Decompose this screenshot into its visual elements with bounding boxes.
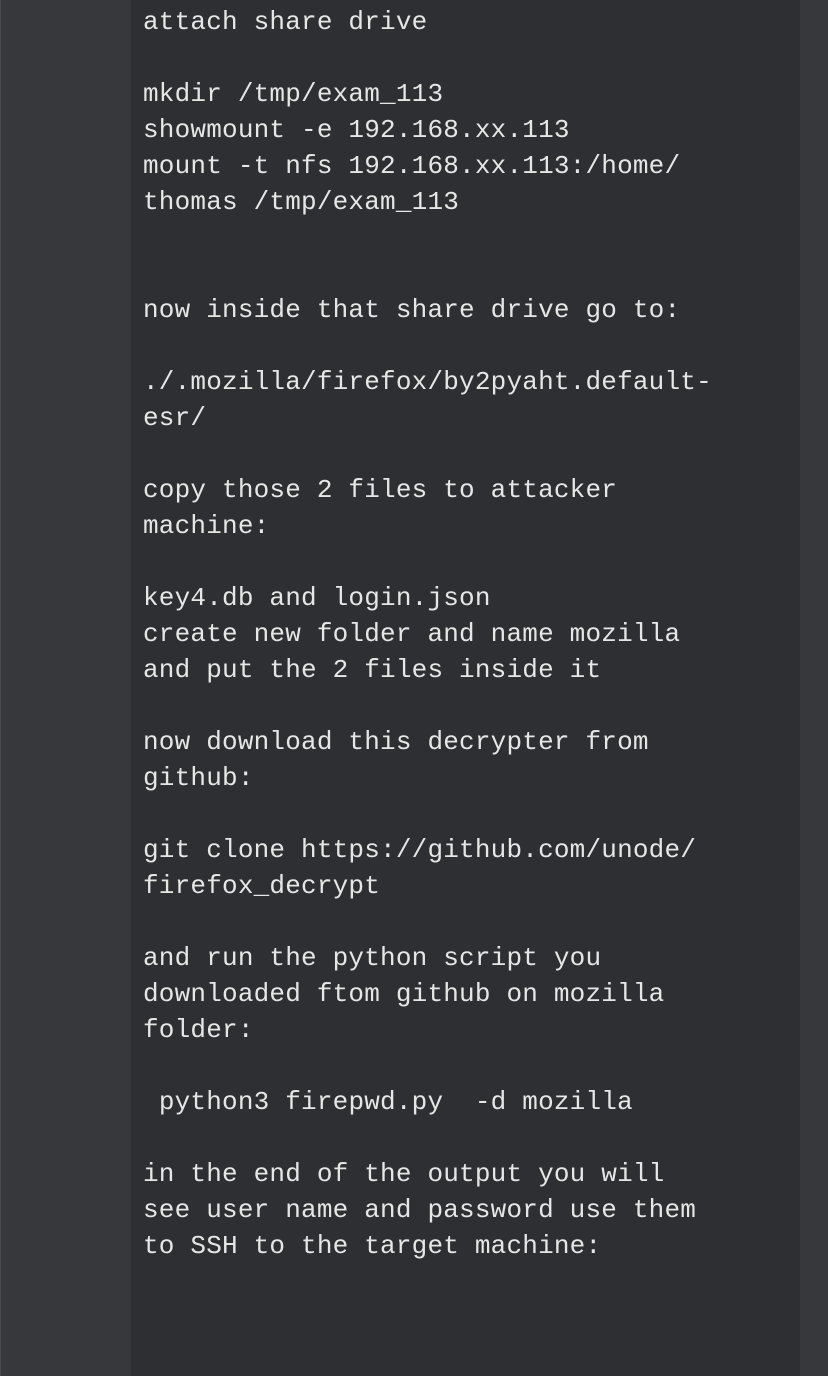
right-margin (800, 0, 828, 1376)
note-editor[interactable]: attach share drive mkdir /tmp/exam_113 s… (131, 0, 800, 1376)
app-window: attach share drive mkdir /tmp/exam_113 s… (0, 0, 828, 1376)
left-sidebar (0, 0, 131, 1376)
note-body-text[interactable]: attach share drive mkdir /tmp/exam_113 s… (143, 4, 793, 1264)
